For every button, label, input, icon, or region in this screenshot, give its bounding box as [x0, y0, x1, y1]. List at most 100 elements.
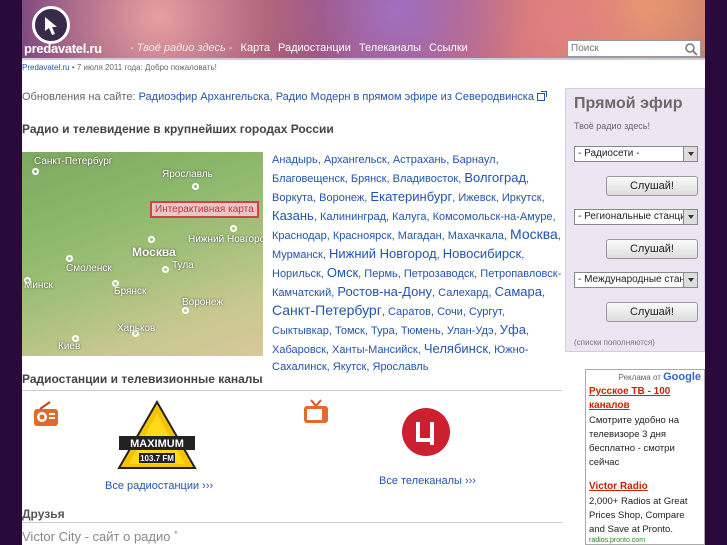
nav-item-links[interactable]: Ссылки	[429, 42, 468, 54]
listen-button[interactable]: Слушай!	[606, 239, 698, 259]
city-link[interactable]: Новосибирск	[443, 246, 522, 261]
tv-channel-logo[interactable]	[402, 408, 450, 456]
international-stations-select[interactable]: - Международные станции	[574, 272, 698, 288]
city-link[interactable]: Салехард	[438, 287, 488, 299]
all-radio-link[interactable]: Все радиостанции ›››	[105, 480, 213, 492]
nav-item-radio[interactable]: Радиостанции	[278, 42, 351, 54]
city-link[interactable]: Махачкала	[448, 230, 504, 242]
map-city[interactable]: Нижний Новгород	[188, 234, 263, 245]
maximum-logo-text: MAXIMUM	[130, 438, 184, 450]
ad-link-victor-radio[interactable]: Victor Radio	[589, 481, 648, 492]
city-link[interactable]: Сочи	[437, 306, 463, 318]
city-link[interactable]: Воронеж	[319, 192, 364, 204]
divider	[22, 390, 562, 391]
city-link[interactable]: Санкт-Петербург	[272, 302, 382, 318]
interactive-map[interactable]: Санкт-Петербург Ярославль Интерактивная …	[22, 152, 263, 356]
maximum-radio-logo[interactable]: MAXIMUM 103.7 FM	[117, 400, 197, 470]
search-box	[567, 40, 701, 57]
search-icon[interactable]	[684, 42, 698, 56]
city-link[interactable]: Магадан	[398, 230, 442, 242]
city-link[interactable]: Комсомольск-на-Амуре	[433, 211, 553, 223]
city-link[interactable]: Уфа	[500, 322, 526, 337]
city-link[interactable]: Воркута	[272, 192, 313, 204]
city-link[interactable]: Владивосток	[393, 173, 459, 185]
city-link[interactable]: Калуга	[392, 211, 426, 223]
select-value: - Радиосети -	[578, 148, 640, 159]
map-city[interactable]: Минск	[24, 280, 53, 291]
ad-header: Реклама от Google	[619, 371, 701, 383]
listen-button[interactable]: Слушай!	[606, 176, 698, 196]
ad-text: 2,000+ Radios at Great Prices Shop, Comp…	[589, 496, 688, 535]
city-link[interactable]: Саратов	[388, 306, 431, 318]
city-link[interactable]: Ростов-на-Дону	[337, 284, 432, 299]
update-link-modern[interactable]: Радио Модерн в прямом эфире из Северодви…	[276, 91, 534, 103]
update-link-arkhangelsk[interactable]: Радиоэфир Архангельска	[139, 91, 270, 103]
status-site-link[interactable]: Predavatel.ru	[22, 63, 70, 72]
city-link[interactable]: Норильск	[272, 268, 321, 280]
tv-icon[interactable]	[302, 398, 330, 426]
city-link[interactable]: Барнаул	[452, 154, 495, 166]
map-city[interactable]: Тула	[172, 260, 194, 271]
city-link[interactable]: Калининград	[320, 211, 386, 223]
map-city[interactable]: Киев	[58, 341, 80, 352]
city-link[interactable]: Улан-Удэ	[447, 325, 494, 337]
city-link[interactable]: Астрахань	[393, 154, 446, 166]
city-link[interactable]: Петрозаводск	[404, 268, 474, 280]
city-link[interactable]: Нижний Новгород	[329, 246, 437, 261]
city-link[interactable]: Томск	[335, 325, 365, 337]
ad-header-prefix: Реклама от	[618, 373, 664, 382]
nav-item-tv[interactable]: Телеканалы	[359, 42, 421, 54]
site-slogan: - Твоё радио здесь -	[130, 42, 233, 54]
map-city[interactable]: Харьков	[117, 323, 155, 334]
map-city-marker	[148, 236, 155, 243]
map-city[interactable]: Москва	[132, 245, 176, 259]
all-tv-link[interactable]: Все телеканалы ›››	[379, 475, 476, 487]
map-city[interactable]: Воронеж	[182, 297, 223, 308]
city-link[interactable]: Хабаровск	[272, 344, 326, 356]
external-link-icon[interactable]	[537, 91, 548, 101]
regional-stations-select[interactable]: - Региональные станции	[574, 209, 698, 225]
city-link[interactable]: Москва	[510, 226, 558, 242]
radio-icon[interactable]	[32, 400, 60, 428]
city-link[interactable]: Сургут	[469, 306, 502, 318]
city-link[interactable]: Якутск	[333, 361, 367, 373]
city-link[interactable]: Тюмень	[401, 325, 441, 337]
chevron-down-icon	[683, 273, 697, 287]
map-city[interactable]: Санкт-Петербург	[34, 156, 112, 167]
map-city[interactable]: Ярославль	[162, 169, 213, 180]
site-logo[interactable]: predavatel.ru	[24, 4, 104, 56]
radio-networks-select[interactable]: - Радиосети -	[574, 146, 698, 162]
friend-link[interactable]: Victor City - сайт о радио *	[22, 529, 178, 544]
city-link[interactable]: Благовещенск	[272, 173, 345, 185]
city-link[interactable]: Челябинск	[424, 341, 488, 356]
map-city[interactable]: Смоленск	[66, 263, 112, 274]
friend-link-text: Victor City - сайт о радио	[22, 529, 171, 544]
city-link[interactable]: Ханты-Мансийск	[332, 344, 418, 356]
city-link[interactable]: Архангельск	[324, 154, 387, 166]
map-label[interactable]: Интерактивная карта	[150, 201, 259, 218]
ad-brand: Google	[663, 371, 701, 383]
city-link[interactable]: Ярославль	[373, 361, 429, 373]
city-link[interactable]: Самара	[495, 284, 542, 299]
city-link[interactable]: Волгоград	[464, 170, 526, 185]
city-link[interactable]: Казань	[272, 208, 314, 223]
city-link[interactable]: Сыктывкар	[272, 325, 329, 337]
city-link[interactable]: Пермь	[364, 268, 397, 280]
city-link[interactable]: Тура	[371, 325, 395, 337]
city-link[interactable]: Екатеринбург	[370, 189, 452, 204]
nav-item-map[interactable]: Карта	[241, 42, 270, 54]
city-link[interactable]: Краснодар	[272, 230, 327, 242]
city-link[interactable]: Мурманск	[272, 249, 323, 261]
city-link[interactable]: Брянск	[351, 173, 387, 185]
city-link[interactable]: Омск	[327, 265, 358, 280]
listen-button[interactable]: Слушай!	[606, 302, 698, 322]
ad-link-russian-tv[interactable]: Русское ТВ - 100 каналов	[589, 385, 701, 413]
city-link[interactable]: Иркутск	[502, 192, 542, 204]
city-link[interactable]: Ижевск	[458, 192, 495, 204]
ad-url[interactable]: radios.pronto.com	[589, 537, 645, 544]
map-city[interactable]: Брянск	[114, 286, 146, 297]
search-input[interactable]	[568, 41, 678, 56]
city-link[interactable]: Красноярск	[333, 230, 392, 242]
city-link[interactable]: Анадырь	[272, 154, 318, 166]
cities-list: Анадырь, Архангельск, Астрахань, Барнаул…	[272, 154, 562, 373]
